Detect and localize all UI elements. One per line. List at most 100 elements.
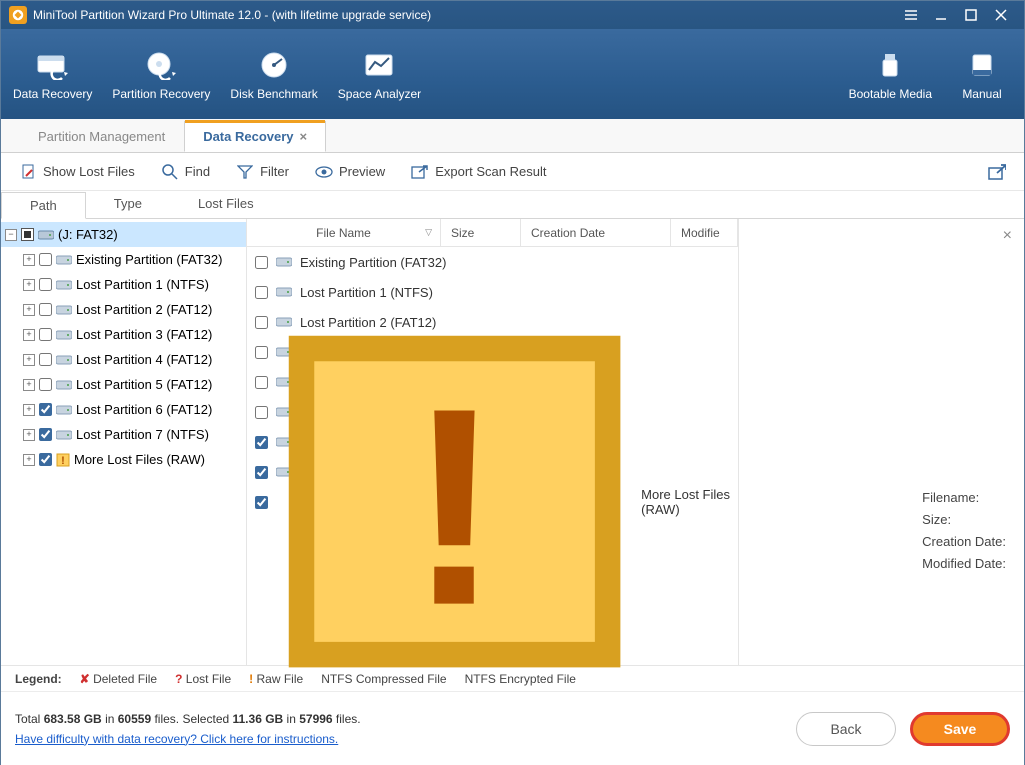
drive-icon [56,404,72,416]
expand-icon[interactable]: + [23,454,35,466]
tree-checkbox[interactable] [39,278,52,291]
tree-label: Lost Partition 1 (NTFS) [76,277,209,292]
maximize-button[interactable] [956,5,986,25]
tree-checkbox[interactable] [39,428,52,441]
file-checkbox[interactable] [255,316,268,329]
tree-item[interactable]: +Existing Partition (FAT32) [1,247,246,272]
file-row[interactable]: Existing Partition (FAT32) [247,247,738,277]
tree-checkbox[interactable] [39,253,52,266]
manual-button[interactable]: Manual [952,47,1012,101]
tree-checkbox[interactable] [39,378,52,391]
tree-root[interactable]: − (J: FAT32) [1,222,246,247]
status-totals: Total 683.58 GB in 60559 files. Selected… [15,712,361,726]
export-scan-result-button[interactable]: Export Scan Result [411,163,546,181]
close-details-button[interactable]: × [1003,227,1012,245]
drive-icon [276,286,292,298]
partition-recovery-button[interactable]: Partition Recovery [112,47,210,101]
ribbon-label: Space Analyzer [338,87,421,101]
eye-icon [315,163,333,181]
disk-benchmark-icon [254,47,294,83]
expand-icon[interactable]: + [23,379,35,391]
warning-icon: ! [276,323,633,680]
tree-item[interactable]: +Lost Partition 3 (FAT12) [1,322,246,347]
find-button[interactable]: Find [161,163,210,181]
tree-checkbox[interactable] [39,328,52,341]
ribbon-label: Disk Benchmark [230,87,317,101]
tree-item[interactable]: +!More Lost Files (RAW) [1,447,246,472]
file-checkbox[interactable] [255,346,268,359]
preview-button[interactable]: Preview [315,163,385,181]
bootable-media-button[interactable]: Bootable Media [849,47,932,101]
space-analyzer-button[interactable]: Space Analyzer [338,47,421,101]
menu-button[interactable] [896,5,926,25]
file-name-label: More Lost Files (RAW) [641,487,738,517]
back-button[interactable]: Back [796,712,896,746]
minimize-button[interactable] [926,5,956,25]
show-lost-files-button[interactable]: Show Lost Files [19,163,135,181]
tab-partition-management[interactable]: Partition Management [19,121,184,152]
tree-item[interactable]: +Lost Partition 5 (FAT12) [1,372,246,397]
space-analyzer-icon [359,47,399,83]
filter-icon [236,163,254,181]
file-row[interactable]: !More Lost Files (RAW) [247,487,738,517]
data-recovery-button[interactable]: Data Recovery [13,47,92,101]
collapse-icon[interactable]: − [5,229,17,241]
file-checkbox[interactable] [255,466,268,479]
col-creation-date[interactable]: Creation Date [521,219,671,246]
viewtab-type[interactable]: Type [86,191,170,218]
file-checkbox[interactable] [255,286,268,299]
help-link[interactable]: Have difficulty with data recovery? Clic… [15,732,361,746]
toolbar: Show Lost Files Find Filter Preview Expo… [1,153,1024,191]
tree-checkbox[interactable] [39,403,52,416]
viewtab-lostfiles[interactable]: Lost Files [170,191,282,218]
disk-benchmark-button[interactable]: Disk Benchmark [230,47,317,101]
file-checkbox[interactable] [255,406,268,419]
legend-ntfs-enc: NTFS Encrypted File [465,672,576,686]
tree-checkbox[interactable] [21,228,34,241]
status-bar: Total 683.58 GB in 60559 files. Selected… [1,691,1024,765]
save-button[interactable]: Save [910,712,1010,746]
detail-modified-date: Modified Date: [922,553,1006,575]
close-icon[interactable]: × [300,129,308,144]
title-bar: MiniTool Partition Wizard Pro Ultimate 1… [1,1,1024,29]
viewtab-path[interactable]: Path [1,192,86,219]
file-checkbox[interactable] [255,256,268,269]
expand-icon[interactable]: + [23,429,35,441]
tree-item[interactable]: +Lost Partition 4 (FAT12) [1,347,246,372]
close-button[interactable] [986,5,1016,25]
svg-text:!: ! [61,455,65,467]
book-icon [962,47,1002,83]
drive-icon [38,229,54,241]
tree-checkbox[interactable] [39,453,52,466]
expand-icon[interactable]: + [23,404,35,416]
tree-item[interactable]: +Lost Partition 6 (FAT12) [1,397,246,422]
drive-icon [56,279,72,291]
drive-icon [56,329,72,341]
file-checkbox[interactable] [255,436,268,449]
ribbon-label: Partition Recovery [112,87,210,101]
col-modified-date[interactable]: Modifie [671,219,738,246]
col-filename[interactable]: File Name▽ [247,219,441,246]
expand-icon[interactable]: + [23,279,35,291]
expand-icon[interactable]: + [23,304,35,316]
expand-icon[interactable]: + [23,329,35,341]
share-button[interactable] [988,163,1006,181]
col-size[interactable]: Size [441,219,521,246]
drive-icon [56,379,72,391]
expand-icon[interactable]: + [23,354,35,366]
file-checkbox[interactable] [255,376,268,389]
tab-data-recovery[interactable]: Data Recovery × [184,121,326,152]
tab-label: Data Recovery [203,129,293,144]
tree-checkbox[interactable] [39,353,52,366]
tree-checkbox[interactable] [39,303,52,316]
expand-icon[interactable]: + [23,254,35,266]
tree-item[interactable]: + Lost Partition 1 (NTFS) [1,272,246,297]
file-checkbox[interactable] [255,496,268,509]
tree-item[interactable]: +Lost Partition 7 (NTFS) [1,422,246,447]
drive-icon [56,254,72,266]
detail-size: Size: [922,509,1006,531]
toolbar-label: Filter [260,164,289,179]
tree-item[interactable]: +Lost Partition 2 (FAT12) [1,297,246,322]
filter-button[interactable]: Filter [236,163,289,181]
file-row[interactable]: Lost Partition 1 (NTFS) [247,277,738,307]
